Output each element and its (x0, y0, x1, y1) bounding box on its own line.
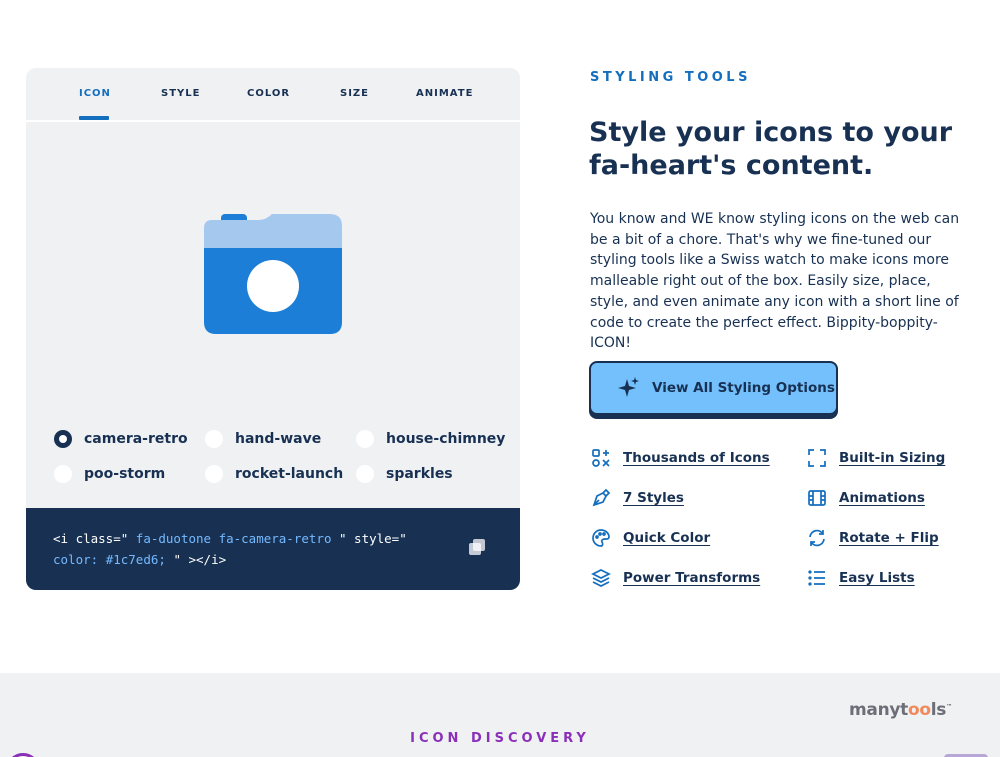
feature-7-styles[interactable]: 7 Styles (591, 488, 684, 508)
active-tab-indicator (79, 116, 109, 120)
feature-easy-lists[interactable]: Easy Lists (807, 568, 915, 588)
copy-icon[interactable] (467, 537, 487, 557)
watermark-part: manyt (849, 700, 908, 720)
pen-nib-icon (591, 488, 611, 508)
feature-label: Animations (839, 490, 925, 506)
feature-label: Quick Color (623, 530, 711, 546)
section-description: You know and WE know styling icons on th… (590, 211, 960, 352)
option-sparkles[interactable]: sparkles (356, 465, 453, 483)
icon-demo-card: ICON STYLE COLOR SIZE ANIMATE camera-ret… (26, 68, 520, 590)
camera-retro-icon (202, 210, 342, 336)
feature-power-transforms[interactable]: Power Transforms (591, 568, 760, 588)
code-part: " ></i> (173, 552, 227, 567)
feature-rotate-flip[interactable]: Rotate + Flip (807, 528, 939, 548)
option-label: house-chimney (386, 431, 506, 447)
view-all-styling-options-button[interactable]: View All Styling Options (589, 361, 838, 415)
layer-group-icon (591, 568, 611, 588)
radio[interactable] (356, 465, 374, 483)
code-part: <i class=" (53, 531, 129, 546)
watermark-tm: ™ (946, 703, 952, 711)
feature-thousands-of-icons[interactable]: Thousands of Icons (591, 448, 770, 468)
icon-discovery-eyebrow: ICON DISCOVERY (410, 731, 590, 746)
option-label: hand-wave (235, 431, 322, 447)
option-label: camera-retro (84, 431, 188, 447)
feature-quick-color[interactable]: Quick Color (591, 528, 710, 548)
feature-label: Built-in Sizing (839, 450, 946, 466)
option-label: poo-storm (84, 466, 166, 482)
demo-tabs: ICON STYLE COLOR SIZE ANIMATE (26, 68, 520, 122)
option-camera-retro[interactable]: camera-retro (54, 430, 188, 448)
tab-color[interactable]: COLOR (247, 88, 290, 120)
feature-label: 7 Styles (623, 490, 684, 506)
feature-animations[interactable]: Animations (807, 488, 925, 508)
radio[interactable] (205, 465, 223, 483)
option-rocket-launch[interactable]: rocket-launch (205, 465, 343, 483)
icon-discovery-section: manytools™ ICON DISCOVERY (0, 673, 1000, 757)
cta-label: View All Styling Options (652, 380, 835, 396)
expand-icon (807, 448, 827, 468)
radio-selected[interactable] (54, 430, 72, 448)
section-title: Style your icons to your fa-heart's cont… (589, 116, 969, 182)
option-poo-storm[interactable]: poo-storm (54, 465, 165, 483)
icons-icon (591, 448, 611, 468)
feature-label: Thousands of Icons (623, 450, 770, 466)
code-class-value: fa-duotone fa-camera-retro (135, 531, 332, 546)
option-label: sparkles (386, 466, 453, 482)
feature-label: Easy Lists (839, 570, 915, 586)
feature-label: Power Transforms (623, 570, 761, 586)
option-house-chimney[interactable]: house-chimney (356, 430, 505, 448)
watermark-part: ls (930, 700, 947, 720)
code-style-prop: color: (53, 552, 99, 567)
code-style-value: #1c7ed6; (105, 552, 166, 567)
rotate-icon (807, 528, 827, 548)
option-label: rocket-launch (235, 466, 344, 482)
title-line: fa-heart's content. (589, 150, 874, 181)
watermark-part: oo (908, 700, 931, 720)
section-eyebrow: STYLING TOOLS (590, 70, 751, 85)
manytools-watermark: manytools™ (849, 700, 952, 720)
radio[interactable] (356, 430, 374, 448)
title-line: Style your icons to your (589, 117, 953, 148)
decorative-circle (6, 753, 40, 757)
code-snippet: <i class=" fa-duotone fa-camera-retro " … (26, 508, 520, 590)
tab-animate[interactable]: ANIMATE (416, 88, 473, 120)
radio[interactable] (205, 430, 223, 448)
list-icon (807, 568, 827, 588)
tab-size[interactable]: SIZE (340, 88, 369, 120)
sparkles-icon (618, 377, 640, 399)
feature-label: Rotate + Flip (839, 530, 939, 546)
palette-icon (591, 528, 611, 548)
feature-built-in-sizing[interactable]: Built-in Sizing (807, 448, 945, 468)
radio[interactable] (54, 465, 72, 483)
option-hand-wave[interactable]: hand-wave (205, 430, 321, 448)
tab-style[interactable]: STYLE (161, 88, 200, 120)
code-part: " style=" (339, 531, 407, 546)
film-icon (807, 488, 827, 508)
